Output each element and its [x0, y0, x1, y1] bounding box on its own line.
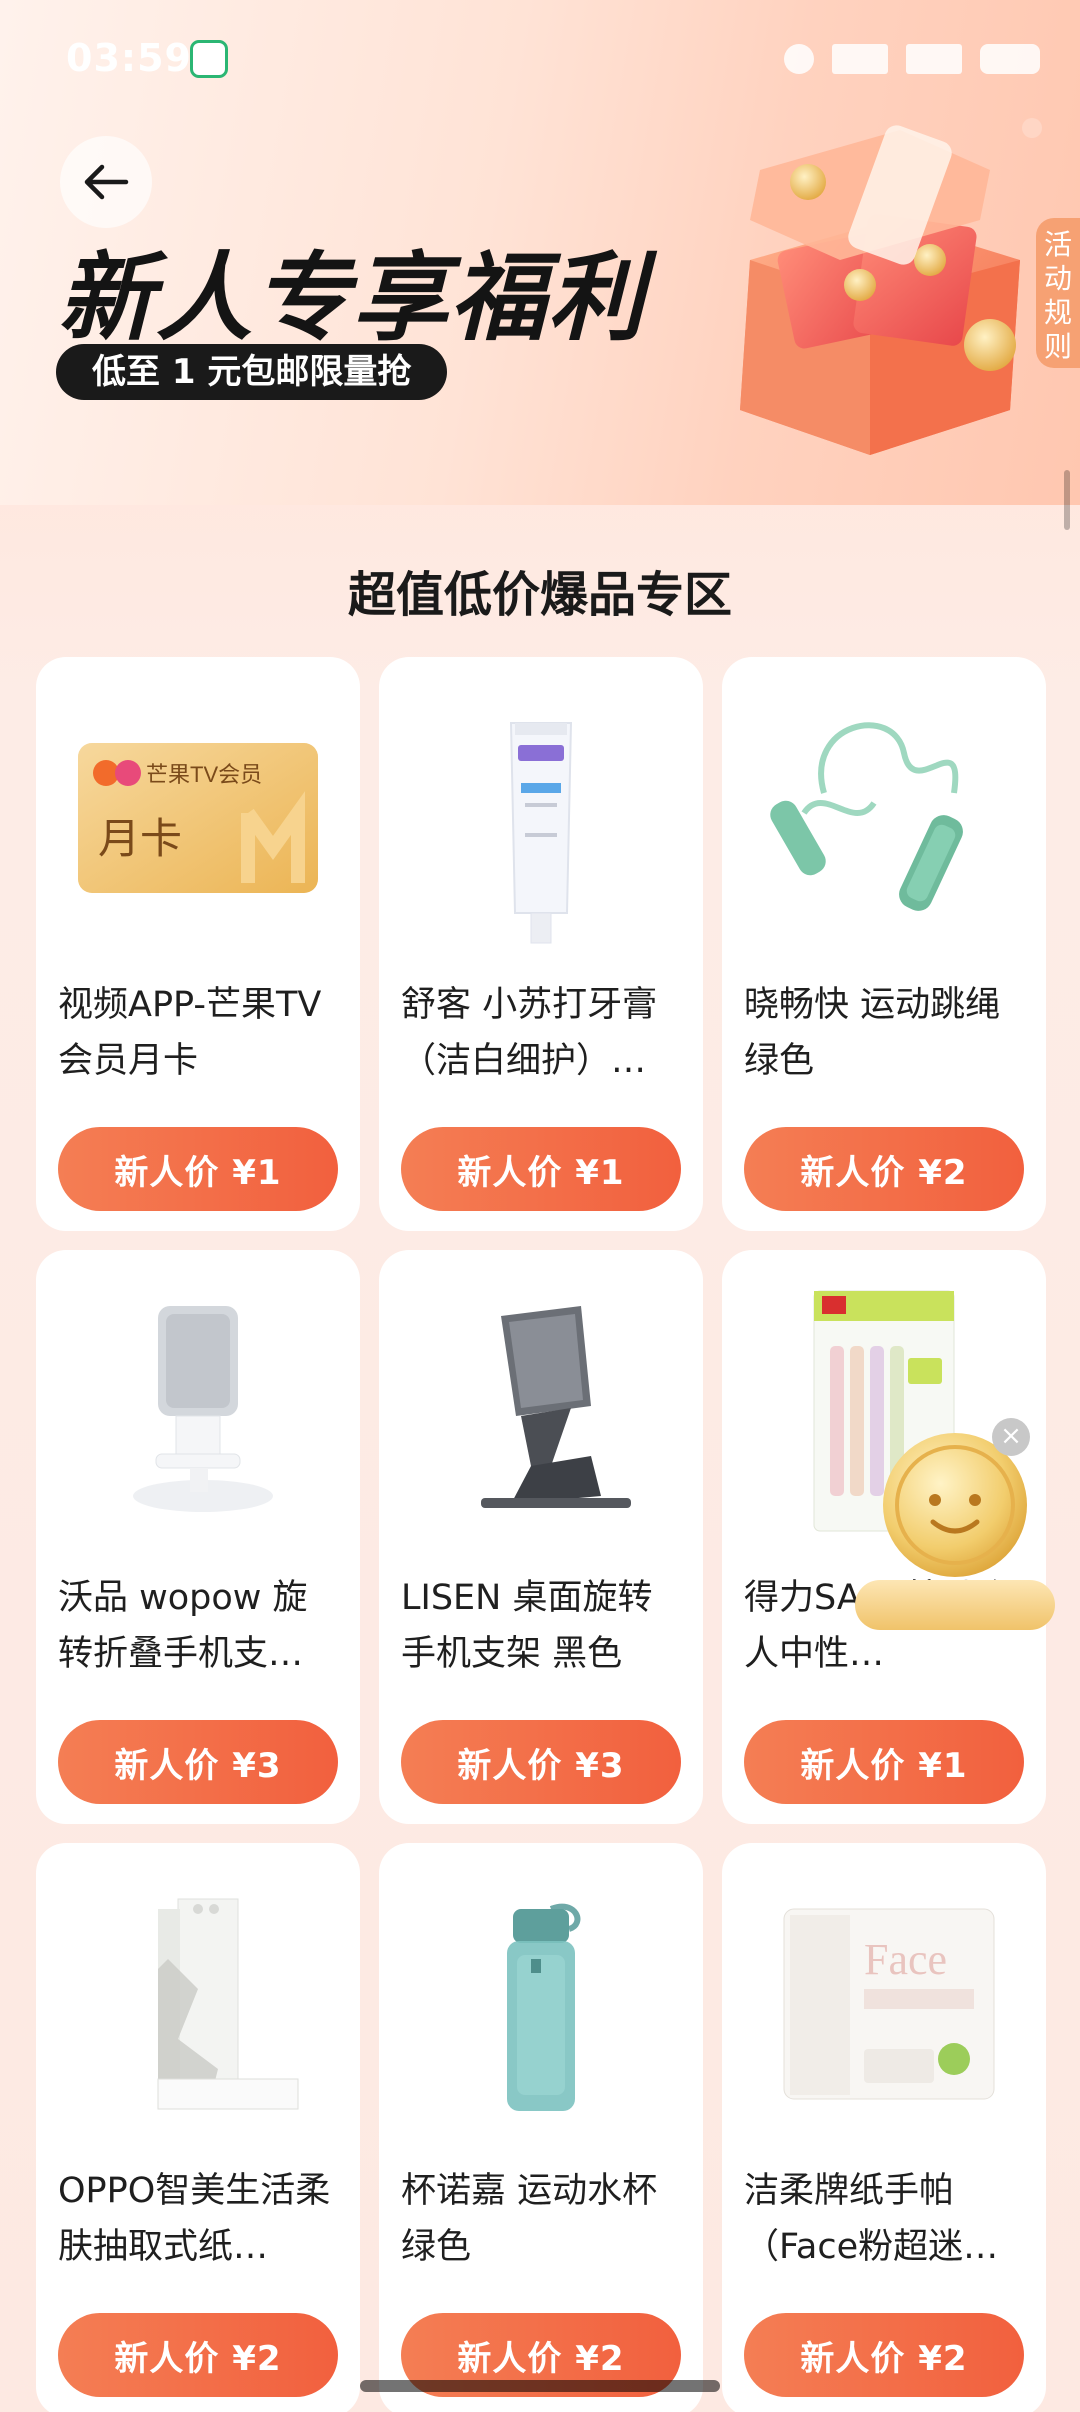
- product-image: [58, 1276, 338, 1546]
- product-image: [401, 1869, 681, 2139]
- floating-coin-widget[interactable]: [855, 1420, 1055, 1640]
- product-name: OPPO智美生活柔肤抽取式纸…: [58, 2171, 331, 2267]
- product-card[interactable]: OPPO智美生活柔肤抽取式纸… 新人价 ¥2: [36, 1843, 360, 2412]
- product-name: 洁柔牌纸手帕（Face粉超迷…: [744, 2171, 999, 2267]
- back-button[interactable]: [60, 136, 152, 228]
- buy-button[interactable]: 新人价 ¥1: [58, 1127, 338, 1211]
- gift-box-illustration: [740, 118, 1042, 455]
- product-name: 晓畅快 运动跳绳 绿色: [744, 985, 1001, 1081]
- product-image: Face: [744, 1869, 1024, 2139]
- product-image: [744, 683, 1024, 953]
- mute-icon: [784, 44, 814, 74]
- banner-promo-pill: 低至 1 元包邮限量抢: [56, 344, 448, 400]
- mango-card-label: 芒果TV会员: [146, 762, 262, 787]
- page: 03:59 新人专享福利 低至 1 元包邮限量抢 活动规则 超值低价爆品专区 芒…: [0, 0, 1080, 2412]
- product-card[interactable]: 杯诺嘉 运动水杯 绿色 新人价 ¥2: [379, 1843, 703, 2412]
- banner-title: 新人专享福利: [58, 242, 646, 354]
- buy-button[interactable]: 新人价 ¥2: [58, 2313, 338, 2397]
- arrow-left-icon: [84, 164, 129, 200]
- buy-button[interactable]: 新人价 ¥1: [401, 1127, 681, 1211]
- product-card[interactable]: 晓畅快 运动跳绳 绿色 新人价 ¥2: [722, 657, 1046, 1231]
- status-time: 03:59: [66, 36, 192, 80]
- header-banner: 03:59 新人专享福利 低至 1 元包邮限量抢 活动规则: [0, 0, 1080, 505]
- product-card[interactable]: 芒果TV会员 月卡 视频APP-芒果TV会员月卡 新人价 ¥1: [36, 657, 360, 1231]
- scroll-indicator: [1064, 470, 1070, 530]
- mango-card-sub: 月卡: [98, 815, 182, 862]
- battery-icon: [980, 44, 1040, 74]
- buy-button[interactable]: 新人价 ¥3: [58, 1720, 338, 1804]
- product-name: 杯诺嘉 运动水杯 绿色: [401, 2171, 658, 2267]
- product-image: [58, 1869, 338, 2139]
- buy-button[interactable]: 新人价 ¥3: [401, 1720, 681, 1804]
- product-card[interactable]: Face 洁柔牌纸手帕（Face粉超迷… 新人价 ¥2: [722, 1843, 1046, 2412]
- product-card[interactable]: LISEN 桌面旋转手机支架 黑色 新人价 ¥3: [379, 1250, 703, 1824]
- signal-icon: [832, 44, 888, 74]
- product-name: 沃品 wopow 旋转折叠手机支…: [58, 1578, 308, 1674]
- activity-rules-tab[interactable]: 活动规则: [1036, 218, 1080, 368]
- product-name: LISEN 桌面旋转手机支架 黑色: [401, 1578, 653, 1674]
- app-notification-icon: [190, 40, 228, 78]
- product-image: [401, 1276, 681, 1546]
- home-indicator: [360, 2380, 720, 2392]
- buy-button[interactable]: 新人价 ¥2: [744, 2313, 1024, 2397]
- product-name: 舒客 小苏打牙膏（洁白细护）…: [401, 985, 658, 1081]
- buy-button[interactable]: 新人价 ¥1: [744, 1720, 1024, 1804]
- product-card[interactable]: 舒客 小苏打牙膏（洁白细护）… 新人价 ¥1: [379, 657, 703, 1231]
- status-bar: 03:59: [0, 0, 1080, 120]
- face-brand-text: Face: [864, 1935, 947, 1984]
- signal-icon-2: [906, 44, 962, 74]
- section-title: 超值低价爆品专区: [347, 567, 732, 623]
- status-icons: [784, 44, 1040, 74]
- product-name: 视频APP-芒果TV会员月卡: [58, 985, 322, 1081]
- product-image: [401, 683, 681, 953]
- product-card[interactable]: 沃品 wopow 旋转折叠手机支… 新人价 ¥3: [36, 1250, 360, 1824]
- close-icon[interactable]: ×: [992, 1418, 1030, 1456]
- product-image: 芒果TV会员 月卡: [58, 683, 338, 953]
- buy-button[interactable]: 新人价 ¥2: [744, 1127, 1024, 1211]
